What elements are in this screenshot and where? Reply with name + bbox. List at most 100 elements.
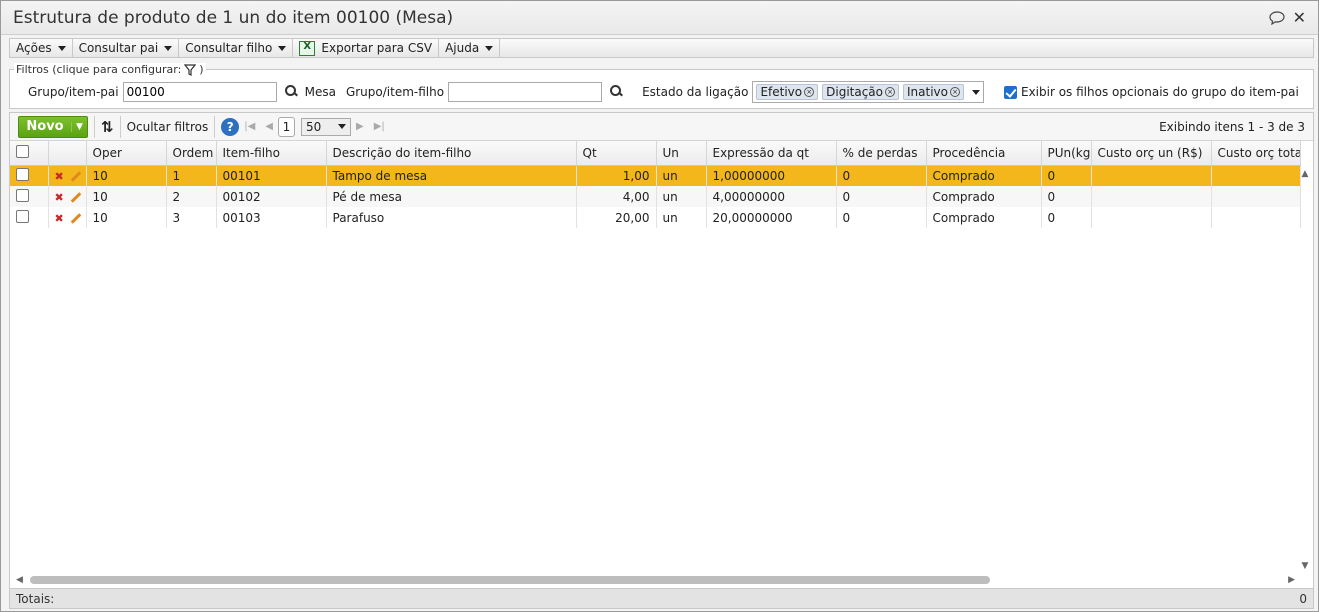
col-qt[interactable]: Qt	[576, 141, 657, 166]
remove-icon[interactable]: ×	[950, 87, 960, 97]
search-icon[interactable]	[284, 85, 298, 99]
grupo-pai-input[interactable]	[122, 82, 277, 102]
col-oper[interactable]: Oper	[86, 141, 167, 166]
novo-button[interactable]: Novo ▼	[18, 115, 88, 138]
page-size-select[interactable]: 50	[301, 117, 351, 136]
chevron-down-icon	[164, 45, 173, 51]
remove-icon[interactable]: ×	[804, 87, 815, 97]
select-all-checkbox[interactable]	[16, 144, 29, 158]
chevron-down-icon	[485, 45, 494, 51]
row-checkbox[interactable]	[16, 209, 29, 223]
menu-ajuda[interactable]: Ajuda	[439, 39, 501, 57]
filter-icon[interactable]	[184, 63, 197, 76]
col-descricao[interactable]: Descrição do item-filho	[326, 141, 577, 166]
menu-ajuda-label: Ajuda	[445, 41, 480, 55]
delete-icon[interactable]: ✖	[55, 212, 64, 225]
delete-icon[interactable]: ✖	[55, 191, 64, 204]
exibir-opcionais-checkbox[interactable]	[1004, 85, 1017, 99]
help-icon[interactable]: ?	[221, 117, 240, 136]
tag-label: Inativo	[907, 85, 948, 99]
cell-proc: Comprado	[926, 186, 1042, 207]
scroll-down-icon[interactable]: ▼	[1299, 561, 1311, 571]
edit-icon[interactable]	[70, 212, 82, 224]
window-title: Estrutura de produto de 1 un do item 001…	[13, 7, 454, 28]
totals-label: Totais:	[16, 591, 55, 606]
product-structure-window: Estrutura de produto de 1 un do item 001…	[0, 0, 1319, 612]
grupo-filho-input[interactable]	[448, 82, 603, 102]
search-icon[interactable]	[609, 85, 623, 99]
cell-custo-un	[1091, 207, 1212, 228]
last-page-icon[interactable]: ▶|	[374, 121, 385, 132]
next-page-icon[interactable]: ▶	[356, 121, 364, 132]
cell-custo-un	[1091, 165, 1212, 186]
table-row[interactable]: ✖ 10 2 00102 Pé de mesa 4,00 un 4,000000…	[10, 186, 1301, 207]
grid-toolbar: Novo ▼ ⇅ Ocultar filtros ? |◀ ◀ 1 50 ▶ ▶|…	[10, 113, 1313, 141]
tag-inativo: Inativo ×	[903, 84, 964, 100]
estado-multiselect[interactable]: Efetivo × Digitação × Inativo ×	[752, 81, 984, 103]
table-row[interactable]: ✖ 10 3 00103 Parafuso 20,00 un 20,000000…	[10, 207, 1301, 228]
cell-expr: 20,00000000	[706, 207, 837, 228]
totals-row: Totais: 0	[10, 588, 1313, 608]
cell-expr: 4,00000000	[706, 186, 837, 207]
chevron-down-icon[interactable]	[972, 89, 980, 95]
menu-acoes[interactable]: Ações	[10, 39, 73, 57]
prev-page-icon[interactable]: ◀	[265, 121, 273, 132]
ocultar-filtros-button[interactable]: Ocultar filtros	[127, 120, 209, 134]
col-pun[interactable]: PUn(kg)	[1041, 141, 1092, 166]
cell-item: 00101	[216, 165, 327, 186]
cell-oper: 10	[86, 186, 167, 207]
delete-icon[interactable]: ✖	[55, 170, 64, 183]
chevron-down-icon[interactable]: ▼	[71, 121, 87, 132]
first-page-icon[interactable]: |◀	[244, 121, 255, 132]
col-un[interactable]: Un	[656, 141, 707, 166]
cell-item: 00102	[216, 186, 327, 207]
row-actions-cell: ✖	[48, 165, 87, 186]
edit-icon[interactable]	[70, 170, 82, 182]
divider	[214, 115, 216, 138]
filters-legend-close: )	[199, 63, 204, 76]
scroll-up-icon[interactable]: ▲	[1299, 169, 1311, 179]
close-icon[interactable]: ✕	[1293, 9, 1306, 26]
cell-proc: Comprado	[926, 165, 1042, 186]
page-number-input[interactable]: 1	[278, 116, 295, 137]
page-size-value: 50	[306, 119, 322, 134]
divider	[119, 115, 121, 138]
horizontal-scrollbar[interactable]: ◀ ▶	[16, 574, 1295, 586]
cell-pun: 0	[1041, 165, 1092, 186]
cell-desc: Tampo de mesa	[326, 165, 577, 186]
scroll-right-icon[interactable]: ▶	[1288, 575, 1295, 585]
cell-pun: 0	[1041, 186, 1092, 207]
novo-label: Novo	[26, 119, 64, 134]
cell-perdas: 0	[836, 207, 927, 228]
row-checkbox[interactable]	[16, 188, 29, 202]
select-all-header	[10, 141, 49, 166]
cell-oper: 10	[86, 207, 167, 228]
cell-ordem: 3	[166, 207, 217, 228]
menu-consultar-pai[interactable]: Consultar pai	[73, 39, 180, 57]
tag-label: Efetivo	[760, 85, 803, 99]
excel-icon	[299, 40, 316, 56]
filters-legend-label: Filtros (clique para configurar:	[16, 63, 182, 76]
horizontal-scroll-thumb[interactable]	[30, 576, 990, 584]
cell-qt: 4,00	[576, 186, 657, 207]
menu-exportar-csv[interactable]: Exportar para CSV	[293, 39, 440, 57]
remove-icon[interactable]: ×	[885, 87, 896, 97]
menu-consultar-filho[interactable]: Consultar filho	[179, 39, 294, 57]
edit-icon[interactable]	[70, 191, 82, 203]
scroll-left-icon[interactable]: ◀	[16, 575, 23, 585]
col-perdas[interactable]: % de perdas	[836, 141, 927, 166]
col-procedencia[interactable]: Procedência	[926, 141, 1042, 166]
col-custo-un[interactable]: Custo orç un (R$)	[1091, 141, 1212, 166]
vertical-scrollbar[interactable]: ▲ ▼	[1299, 169, 1311, 571]
filters-legend[interactable]: Filtros (clique para configurar: )	[14, 63, 206, 76]
grupo-filho-label: Grupo/item-filho	[345, 85, 445, 99]
table-row[interactable]: ✖ 10 1 00101 Tampo de mesa 1,00 un 1,000…	[10, 165, 1301, 186]
col-ordem[interactable]: Ordem	[166, 141, 217, 166]
row-checkbox[interactable]	[16, 167, 29, 181]
col-item-filho[interactable]: Item-filho	[216, 141, 327, 166]
items-table: Oper Ordem Item-filho Descrição do item-…	[10, 141, 1301, 228]
refresh-icon[interactable]: ⇅	[101, 118, 114, 136]
comment-icon[interactable]	[1268, 10, 1285, 25]
col-custo-total[interactable]: Custo orç total	[1211, 141, 1301, 166]
col-expressao[interactable]: Expressão da qt	[706, 141, 837, 166]
